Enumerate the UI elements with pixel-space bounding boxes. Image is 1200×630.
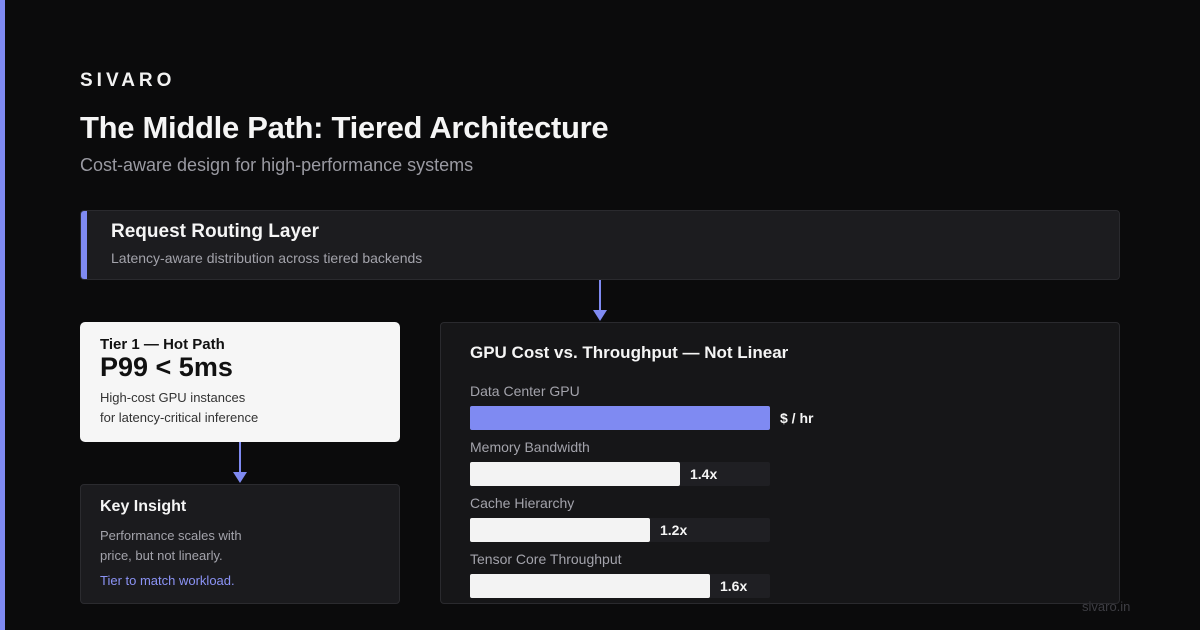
footer-url[interactable]: sivaro.in [1082,599,1130,614]
tier1-description-line: High-cost GPU instances [100,390,246,405]
tier1-to-insight-arrow [233,442,247,484]
tier1-description-line: for latency-critical inference [100,410,259,425]
page-subtitle: Cost-aware design for high-performance s… [80,155,474,175]
value-label: 1.2x [660,522,688,538]
page-title: The Middle Path: Tiered Architecture [80,110,609,145]
tier1-description: High-cost GPU instances for latency-crit… [100,388,380,428]
value-label: 1.4x [690,466,718,482]
insight-body: Performance scales with price, but not l… [100,526,280,566]
bar [470,518,650,542]
value-label: $ / hr [780,410,814,426]
gpu-cost-chart-card: GPU Cost vs. Throughput — Not Linear Dat… [440,322,1120,604]
routing-accent-bar [81,211,87,279]
accent-rail [0,0,5,630]
insight-body-line: Performance scales with [100,528,242,543]
insight-title: Key Insight [100,498,187,515]
category-label: Memory Bandwidth [470,439,590,455]
chart-row: Tensor Core Throughput 1.6x [470,551,1090,607]
key-insight-card: Key Insight Performance scales with pric… [80,484,400,604]
brand-logo: SIVARO [80,70,176,91]
chart-title: GPU Cost vs. Throughput — Not Linear [470,343,789,362]
tier1-card: Tier 1 — Hot Path P99 < 5ms High-cost GP… [80,322,400,442]
bar [470,462,680,486]
bar [470,406,770,430]
insight-link[interactable]: Tier to match workload. [100,573,235,588]
routing-to-chart-arrow [593,280,607,322]
routing-description: Latency-aware distribution across tiered… [111,250,423,266]
bar [470,574,710,598]
category-label: Tensor Core Throughput [470,551,622,567]
value-label: 1.6x [720,578,748,594]
category-label: Cache Hierarchy [470,495,575,511]
insight-body-line: price, but not linearly. [100,548,223,563]
category-label: Data Center GPU [470,383,580,399]
tier1-label: Tier 1 — Hot Path [100,336,225,353]
request-routing-card: Request Routing Layer Latency-aware dist… [80,210,1120,280]
chart-row: Data Center GPU $ / hr [470,383,1090,439]
chart-row: Cache Hierarchy 1.2x [470,495,1090,551]
tier1-metric: P99 < 5ms [100,352,233,382]
routing-title: Request Routing Layer [111,221,319,242]
chart-row: Memory Bandwidth 1.4x [470,439,1090,495]
